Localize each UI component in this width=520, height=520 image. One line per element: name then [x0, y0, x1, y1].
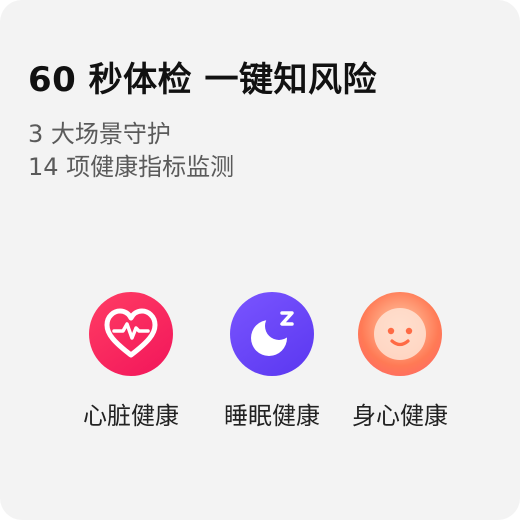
subtitle-indicators: 14 项健康指标监测: [28, 153, 235, 181]
heart-ecg-icon: [89, 292, 173, 376]
moon-sleep-icon: [230, 292, 314, 376]
feature-mind-health[interactable]: 身心健康: [325, 292, 475, 432]
subtitle-scenarios: 3 大场景守护: [28, 120, 171, 148]
page-title: 60 秒体检 一键知风险: [28, 60, 377, 100]
health-check-card: 60 秒体检 一键知风险 3 大场景守护 14 项健康指标监测 心脏健康 睡眠健…: [0, 0, 520, 520]
feature-heart-health[interactable]: 心脏健康: [56, 292, 206, 432]
feature-label-mind: 身心健康: [352, 402, 448, 430]
feature-label-heart: 心脏健康: [83, 402, 179, 430]
smiley-face-icon: [358, 292, 442, 376]
